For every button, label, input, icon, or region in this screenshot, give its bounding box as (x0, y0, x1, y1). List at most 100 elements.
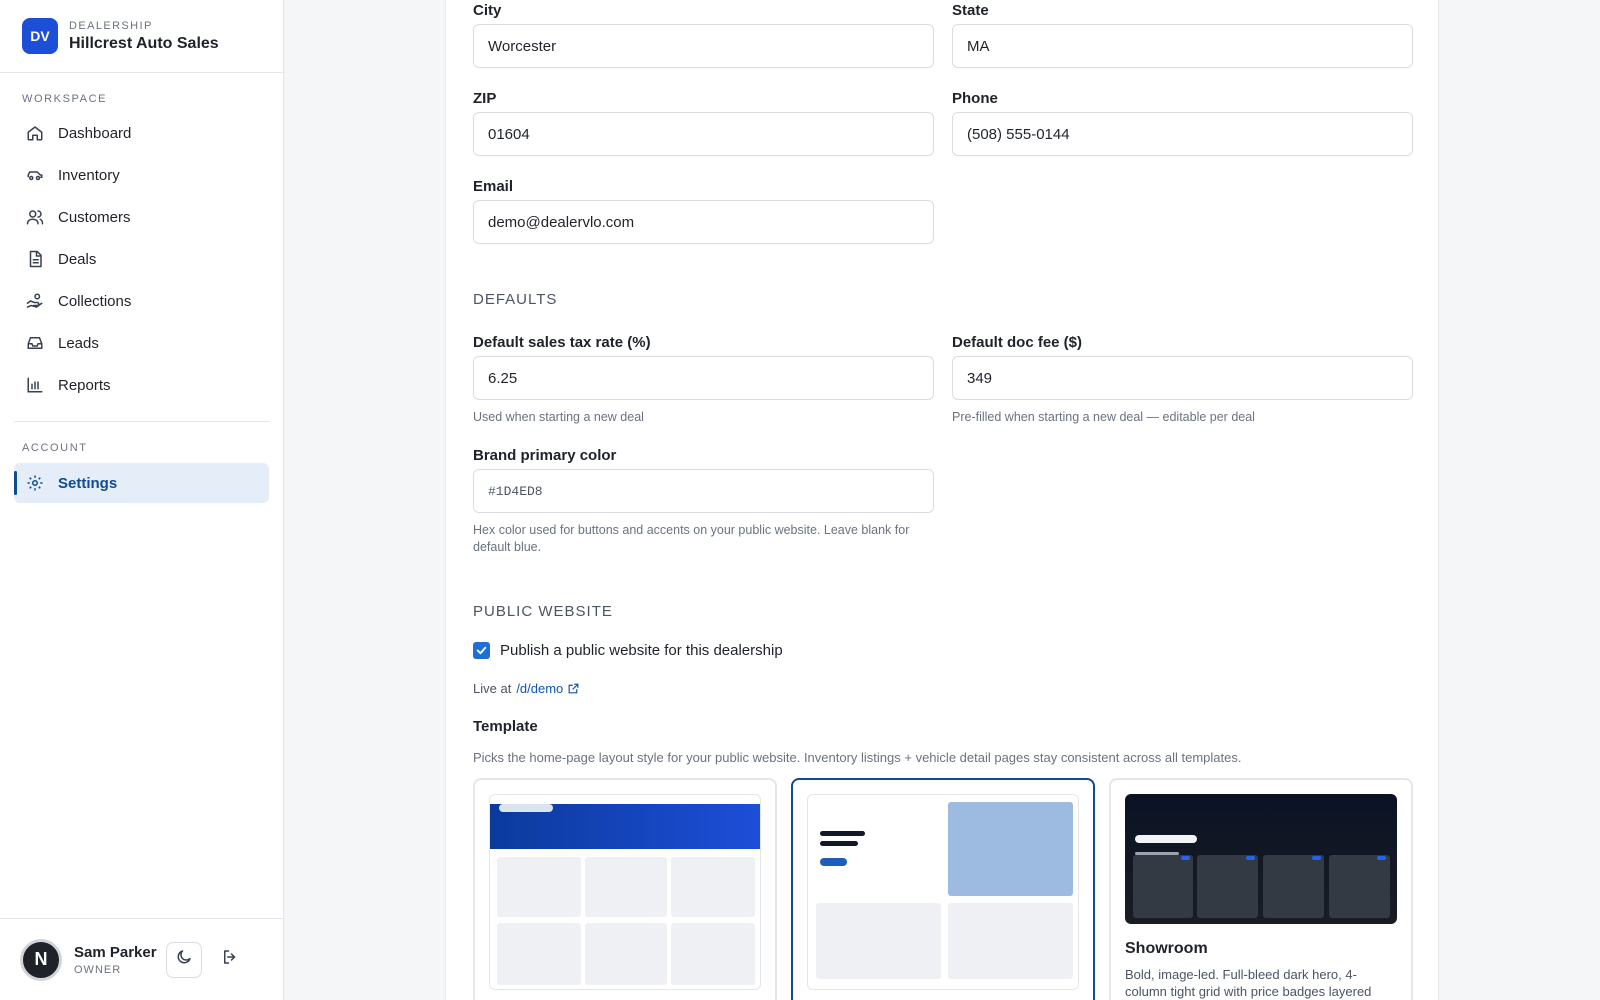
template-preview (807, 794, 1079, 990)
brand-color-label: Brand primary color (473, 447, 617, 464)
bar-chart-icon (26, 376, 44, 394)
template-card-classic[interactable] (473, 778, 777, 1000)
inbox-icon (26, 334, 44, 352)
preview-tile (671, 923, 755, 985)
sidebar-item-label: Settings (58, 474, 118, 492)
home-icon (26, 124, 44, 142)
city-field: City (473, 2, 934, 68)
sidebar-item-settings[interactable]: Settings (14, 463, 269, 503)
public-website-heading: PUBLIC WEBSITE (473, 603, 613, 620)
publish-checkbox[interactable] (473, 642, 490, 659)
email-label: Email (473, 178, 514, 195)
car-icon (26, 166, 44, 184)
users-icon (26, 208, 44, 226)
preview-tile (1197, 855, 1258, 918)
template-preview (489, 794, 761, 990)
preview-tile (1329, 855, 1390, 918)
brand-color-input[interactable] (473, 469, 934, 513)
brand-logo: DV (22, 18, 58, 54)
state-label: State (952, 2, 989, 19)
phone-field: Phone (952, 90, 1413, 156)
account-section-label: ACCOUNT (22, 442, 88, 454)
brand-color-field: Brand primary color Hex color used for b… (473, 447, 934, 556)
preview-tile (497, 923, 581, 985)
zip-input[interactable] (473, 112, 934, 156)
preview-tile (497, 857, 581, 917)
sidebar-item-label: Leads (58, 334, 99, 352)
tax-rate-label: Default sales tax rate (%) (473, 334, 651, 351)
brand-name: Hillcrest Auto Sales (69, 34, 219, 52)
preview-price-badge (1377, 856, 1386, 860)
phone-input[interactable] (952, 112, 1413, 156)
preview-tile (585, 857, 667, 917)
sidebar-item-leads[interactable]: Leads (14, 323, 269, 363)
sidebar-item-reports[interactable]: Reports (14, 365, 269, 405)
live-link[interactable]: /d/demo (516, 681, 563, 696)
doc-fee-field: Default doc fee ($) Pre-filled when star… (952, 334, 1413, 426)
sidebar-item-deals[interactable]: Deals (14, 239, 269, 279)
email-input[interactable] (473, 200, 934, 244)
settings-panel: City State ZIP Phone Email DEFAULTS Defa… (445, 0, 1439, 1000)
template-description: Bold, image-led. Full-bleed dark hero, 4… (1125, 967, 1372, 999)
user-bar: N Sam Parker OWNER (0, 918, 284, 1000)
sidebar-item-label: Collections (58, 292, 132, 310)
zip-field: ZIP (473, 90, 934, 156)
sidebar-item-collections[interactable]: Collections (14, 281, 269, 321)
hand-coins-icon (26, 292, 44, 310)
phone-label: Phone (952, 90, 998, 107)
preview-price-badge (1312, 856, 1321, 860)
template-help: Picks the home-page layout style for you… (473, 750, 1242, 765)
template-card-split[interactable] (791, 778, 1095, 1000)
sidebar-item-customers[interactable]: Customers (14, 197, 269, 237)
preview-headline-line (820, 831, 865, 836)
sidebar-item-label: Deals (58, 250, 97, 268)
brand-header[interactable]: DV DEALERSHIP Hillcrest Auto Sales (0, 0, 283, 73)
logout-icon (221, 948, 239, 971)
sidebar-item-label: Customers (58, 208, 131, 226)
sidebar-item-inventory[interactable]: Inventory (14, 155, 269, 195)
publish-checkbox-row[interactable]: Publish a public website for this dealer… (473, 642, 783, 659)
template-card-showroom[interactable]: Showroom Bold, image-led. Full-bleed dar… (1109, 778, 1413, 1000)
sidebar-item-label: Dashboard (58, 124, 132, 142)
moon-icon (175, 948, 193, 971)
live-prefix: Live at (473, 681, 512, 696)
user-role: OWNER (74, 963, 122, 976)
preview-price-badge (1246, 856, 1255, 860)
tax-rate-input[interactable] (473, 356, 934, 400)
template-preview (1125, 794, 1397, 924)
avatar[interactable]: N (20, 938, 62, 981)
email-field: Email (473, 178, 934, 244)
city-input[interactable] (473, 24, 934, 68)
document-icon (26, 250, 44, 268)
sidebar: DV DEALERSHIP Hillcrest Auto Sales WORKS… (0, 0, 284, 1000)
brand-color-help: Hex color used for buttons and accents o… (473, 523, 910, 554)
sidebar-item-label: Inventory (58, 166, 120, 184)
theme-toggle-button[interactable] (166, 941, 202, 978)
state-input[interactable] (952, 24, 1413, 68)
sidebar-item-dashboard[interactable]: Dashboard (14, 113, 269, 153)
sidebar-divider (14, 421, 269, 422)
checkmark-icon (476, 646, 487, 655)
template-name: Showroom (1125, 940, 1208, 957)
logout-button[interactable] (212, 942, 248, 978)
city-label: City (473, 2, 502, 19)
external-link-icon[interactable] (567, 682, 580, 695)
preview-tile (585, 923, 667, 985)
preview-tile (671, 857, 755, 917)
gear-icon (26, 474, 44, 492)
preview-tile (1133, 855, 1193, 918)
preview-image (948, 802, 1073, 896)
tax-rate-help: Used when starting a new deal (473, 410, 644, 424)
brand-kicker: DEALERSHIP (69, 19, 153, 32)
preview-tile (816, 903, 941, 979)
user-name: Sam Parker (74, 943, 157, 961)
preview-nav-pill (499, 804, 553, 812)
state-field: State (952, 2, 1413, 68)
preview-price-badge (1181, 856, 1190, 860)
preview-tile (1263, 855, 1324, 918)
publish-label: Publish a public website for this dealer… (500, 642, 783, 659)
live-url-row: Live at /d/demo (473, 681, 580, 696)
doc-fee-input[interactable] (952, 356, 1413, 400)
tax-rate-field: Default sales tax rate (%) Used when sta… (473, 334, 934, 426)
zip-label: ZIP (473, 90, 497, 107)
